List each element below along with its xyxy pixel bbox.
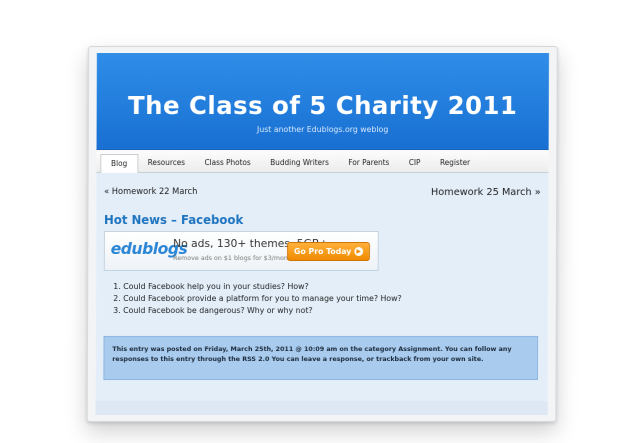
go-pro-button[interactable]: Go Pro Today ▶ [287, 241, 370, 261]
go-pro-label: Go Pro Today [293, 246, 352, 256]
blog-page: The Class of 5 Charity 2011 Just another… [95, 53, 549, 415]
ad-subline: Remove ads on $1 blogs for $3/month! [173, 253, 297, 262]
edublogs-logo: edublogs [110, 238, 188, 258]
content-footer-band [95, 400, 548, 415]
main-nav: Blog Resources Class Photos Budding Writ… [96, 150, 549, 174]
nav-item-for-parents[interactable]: For Parents [339, 158, 399, 172]
stage: The Class of 5 Charity 2011 Just another… [0, 0, 640, 443]
nav-item-resources[interactable]: Resources [138, 158, 195, 172]
arrow-right-icon: ▶ [354, 246, 364, 256]
post-title[interactable]: Hot News – Facebook [104, 213, 243, 227]
question-list: Could Facebook help you in your studies?… [108, 281, 402, 317]
site-header: The Class of 5 Charity 2011 Just another… [96, 53, 549, 151]
nav-item-blog[interactable]: Blog [100, 154, 138, 174]
nav-item-register[interactable]: Register [430, 158, 480, 172]
nav-item-budding-writers[interactable]: Budding Writers [260, 158, 338, 172]
next-post-link[interactable]: Homework 25 March » [431, 187, 541, 198]
previous-post-link[interactable]: « Homework 22 March [104, 187, 197, 197]
main-content: « Homework 22 March Homework 25 March » … [95, 173, 549, 415]
site-tagline: Just another Edublogs.org weblog [256, 125, 389, 135]
entry-meta-box: This entry was posted on Friday, March 2… [103, 335, 539, 380]
site-title[interactable]: The Class of 5 Charity 2011 [97, 91, 549, 120]
nav-item-class-photos[interactable]: Class Photos [195, 158, 261, 172]
nav-item-cip[interactable]: CIP [399, 158, 430, 172]
browser-screenshot-card: The Class of 5 Charity 2011 Just another… [86, 46, 558, 422]
edublogs-ad-banner[interactable]: edublogs No ads, 130+ themes, 5GB+ Remov… [103, 231, 379, 271]
list-item: Could Facebook be dangerous? Why or why … [123, 305, 401, 317]
